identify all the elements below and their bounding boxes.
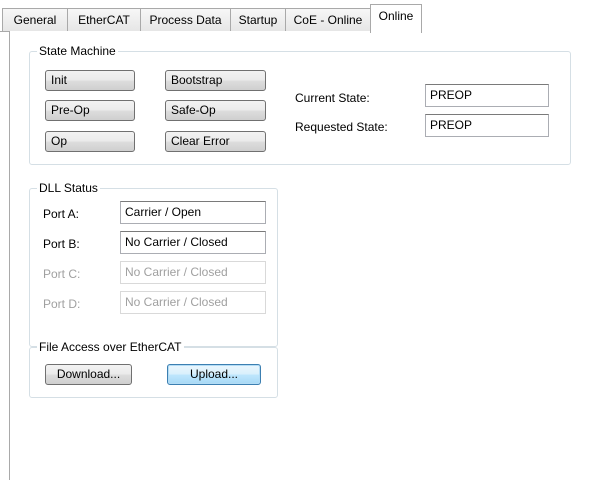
op-button[interactable]: Op: [45, 131, 135, 152]
tab-startup[interactable]: Startup: [230, 8, 286, 31]
tab-coe-online[interactable]: CoE - Online: [285, 8, 371, 31]
current-state-label: Current State:: [295, 91, 370, 105]
file-access-title: File Access over EtherCAT: [37, 340, 184, 354]
dll-status-group: DLL Status Port A: Carrier / Open Port B…: [29, 181, 278, 347]
port-b-label: Port B:: [43, 237, 80, 251]
file-access-group: File Access over EtherCAT Download... Up…: [29, 340, 278, 398]
port-a-field: Carrier / Open: [120, 201, 266, 224]
port-a-label: Port A:: [43, 207, 80, 221]
port-d-label: Port D:: [43, 297, 81, 311]
tab-process-data[interactable]: Process Data: [140, 8, 231, 31]
requested-state-field: PREOP: [425, 114, 549, 137]
current-state-field: PREOP: [425, 84, 549, 107]
safe-op-button[interactable]: Safe-Op: [165, 100, 266, 121]
pre-op-button[interactable]: Pre-Op: [45, 100, 135, 121]
tab-general[interactable]: General: [2, 8, 68, 31]
state-machine-title: State Machine: [37, 44, 118, 58]
bootstrap-button[interactable]: Bootstrap: [165, 70, 266, 91]
download-button[interactable]: Download...: [45, 364, 132, 385]
init-button[interactable]: Init: [45, 70, 135, 91]
upload-button[interactable]: Upload...: [167, 364, 261, 385]
port-b-field: No Carrier / Closed: [120, 231, 266, 254]
port-d-field: No Carrier / Closed: [120, 291, 266, 314]
tab-strip: General EtherCAT Process Data Startup Co…: [0, 0, 613, 33]
port-c-field: No Carrier / Closed: [120, 261, 266, 284]
tab-ethercat[interactable]: EtherCAT: [67, 8, 141, 31]
state-machine-group: State Machine Init Bootstrap Pre-Op Safe…: [29, 44, 571, 165]
dll-status-title: DLL Status: [37, 181, 100, 195]
tab-online[interactable]: Online: [370, 4, 422, 33]
online-tab-page: State Machine Init Bootstrap Pre-Op Safe…: [9, 31, 613, 480]
requested-state-label: Requested State:: [295, 120, 388, 134]
clear-error-button[interactable]: Clear Error: [165, 131, 266, 152]
port-c-label: Port C:: [43, 267, 81, 281]
